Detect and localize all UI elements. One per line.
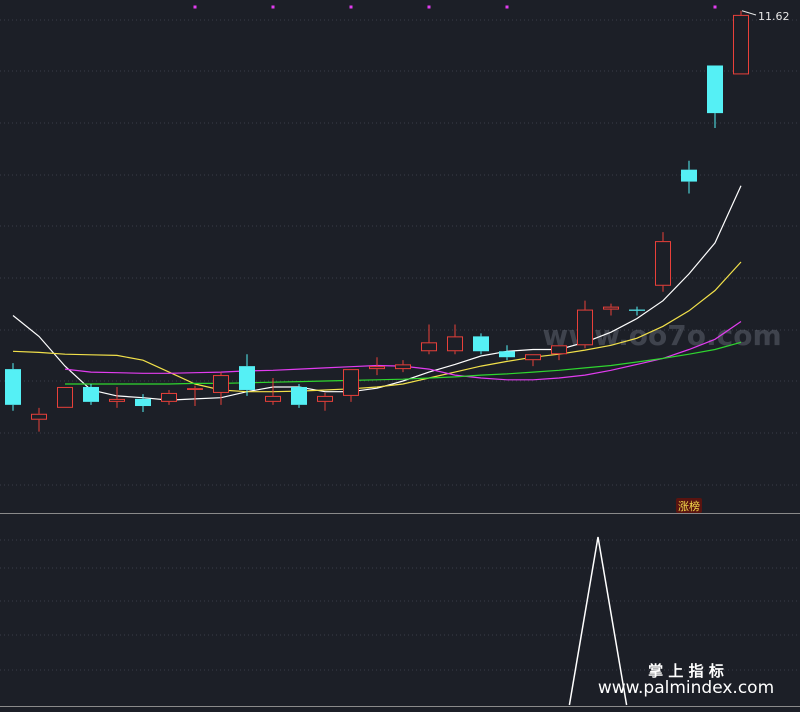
candle [187, 385, 203, 407]
max-price-pointer [741, 10, 757, 16]
candle [395, 360, 411, 373]
candle [473, 333, 489, 355]
candle [31, 407, 47, 432]
candle-body-down [629, 309, 645, 311]
candle [655, 232, 671, 292]
candle [161, 389, 177, 405]
candle [109, 386, 125, 408]
candle [577, 300, 593, 349]
marker-dots [193, 5, 717, 9]
candle-body-up [187, 388, 203, 390]
badge-label: 涨榜 [678, 499, 700, 513]
candle-body-up [421, 342, 437, 352]
candle-body-down [707, 65, 723, 114]
marker-dot [193, 5, 197, 9]
candle-body-up [395, 364, 411, 370]
candle-body-up [369, 366, 385, 370]
marker-dot [271, 5, 275, 9]
candle [213, 372, 229, 405]
candle-body-down [291, 386, 307, 405]
candle-body-up [525, 354, 541, 361]
bottom-watermark: 掌 上 指 标 www.palmindex.com [598, 662, 774, 698]
candle-body-up [57, 386, 73, 408]
candle-body-down [681, 169, 697, 182]
candle-body-up [265, 395, 281, 402]
candle [83, 384, 99, 405]
max-price-label: 11.62 [758, 10, 790, 23]
candle-body-up [317, 395, 333, 402]
price-labels: 11.62 [741, 10, 790, 23]
candle [603, 303, 619, 316]
candle [291, 384, 307, 408]
candle [57, 386, 73, 408]
candle-body-down [83, 386, 99, 402]
marker-dot [349, 5, 353, 9]
watermark-url: www.palmindex.com [598, 678, 774, 698]
candle-body-up [343, 369, 359, 396]
candle [681, 160, 697, 194]
candle [551, 345, 567, 361]
candle [239, 354, 255, 396]
candle [499, 345, 515, 361]
indicator-badge: 涨榜 [676, 498, 702, 513]
candle-body-down [239, 366, 255, 390]
candle-body-up [603, 306, 619, 310]
candle [317, 392, 333, 411]
candle-body-down [5, 369, 21, 405]
candle-body-up [655, 241, 671, 286]
stock-chart: www.oo7o.com 11.62 涨榜 掌 上 指 标 www.palmin… [0, 5, 800, 707]
candle-body-up [733, 14, 749, 75]
candle-body-down [473, 336, 489, 352]
candlesticks [5, 10, 749, 432]
candle [733, 10, 749, 75]
candle-body-down [499, 351, 515, 358]
candle-body-up [109, 398, 125, 402]
marker-dot [427, 5, 431, 9]
candle-body-up [577, 309, 593, 346]
candle [343, 369, 359, 402]
candle [707, 65, 723, 128]
candle-body-up [213, 375, 229, 393]
candle [5, 363, 21, 411]
candle [421, 324, 437, 355]
marker-dot [505, 5, 509, 9]
candle-body-down [135, 398, 151, 407]
marker-dot [713, 5, 717, 9]
candle [525, 354, 541, 367]
candle-body-up [161, 392, 177, 402]
candle-body-up [31, 413, 47, 420]
candle-body-up [551, 345, 567, 355]
candle [447, 324, 463, 355]
candle-body-up [447, 336, 463, 352]
